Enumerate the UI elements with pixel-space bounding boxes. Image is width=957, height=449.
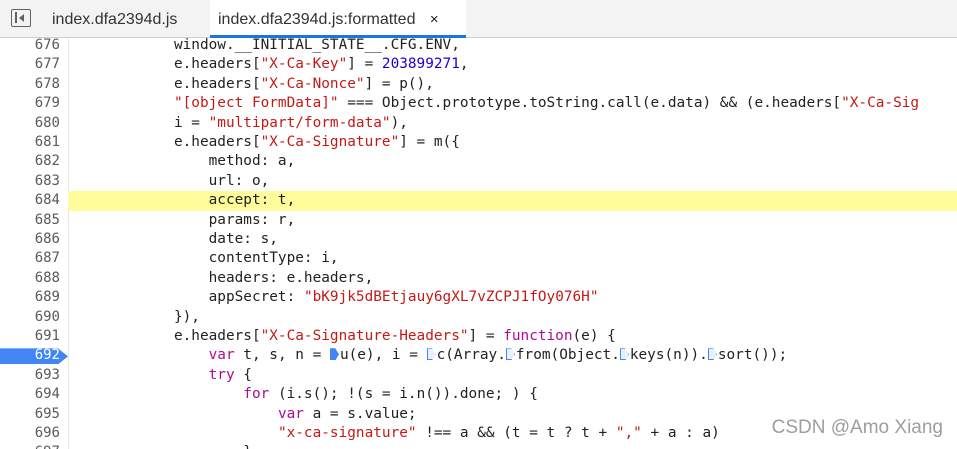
code-line[interactable]: 689 appSecret: "bK9jk5dBEtjauy6gXL7vZCPJ… bbox=[0, 288, 957, 307]
inline-breakpoint-marker[interactable] bbox=[426, 348, 436, 361]
code-line[interactable]: 680 i = "multipart/form-data"), bbox=[0, 114, 957, 133]
code-line[interactable]: 693 try { bbox=[0, 366, 957, 385]
line-number[interactable]: 693 bbox=[0, 366, 60, 385]
code-editor[interactable]: 676 window.__INITIAL_STATE__.CFG.ENV, 677… bbox=[0, 38, 957, 449]
line-number[interactable]: 678 bbox=[0, 75, 60, 94]
code-text: headers: e.headers, bbox=[70, 269, 374, 286]
line-number[interactable]: 695 bbox=[0, 405, 60, 424]
line-number[interactable]: 691 bbox=[0, 327, 60, 346]
code-text: "x-ca-signature" !== a && (t = t ? t + "… bbox=[277, 425, 720, 441]
inline-breakpoint-marker[interactable] bbox=[619, 348, 629, 361]
code-text: params: r, bbox=[70, 211, 296, 228]
code-text: "[object FormData]" === Object.prototype… bbox=[173, 95, 920, 112]
code-text: accept: t, bbox=[70, 192, 296, 209]
line-number[interactable]: 685 bbox=[0, 211, 60, 230]
watermark: CSDN @Amo Xiang bbox=[771, 417, 943, 438]
code-line[interactable]: 687 contentType: i, bbox=[0, 249, 957, 268]
line-number[interactable]: 683 bbox=[0, 172, 60, 191]
toggle-navigator-icon[interactable] bbox=[11, 9, 31, 27]
line-number[interactable]: 690 bbox=[0, 308, 60, 327]
code-line[interactable]: 684 accept: t, bbox=[0, 191, 957, 211]
code-text: var t, s, n = u(e), i = c(Array. from(Obj… bbox=[208, 347, 788, 364]
inline-breakpoint-marker[interactable] bbox=[505, 348, 515, 361]
code-line[interactable]: 697 } bbox=[0, 443, 957, 449]
line-number[interactable]: 696 bbox=[0, 424, 60, 443]
code-line[interactable]: 678 e.headers["X-Ca-Nonce"] = p(), bbox=[0, 75, 957, 94]
line-number[interactable]: 680 bbox=[0, 114, 60, 133]
code-line[interactable]: 676 window.__INITIAL_STATE__.CFG.ENV, bbox=[0, 38, 957, 55]
code-text: for (i.s(); !(s = i.n()).done; ) { bbox=[243, 386, 538, 403]
code-line[interactable]: 688 headers: e.headers, bbox=[0, 269, 957, 288]
line-number[interactable]: 692 bbox=[0, 346, 60, 365]
tab-formatted-file[interactable]: index.dfa2394d.js:formatted × bbox=[210, 0, 466, 38]
close-icon[interactable]: × bbox=[430, 11, 439, 28]
code-text: try { bbox=[208, 366, 252, 383]
code-text: e.headers["X-Ca-Nonce"] = p(), bbox=[70, 75, 434, 92]
line-number[interactable]: 684 bbox=[0, 191, 60, 210]
code-text: appSecret: "bK9jk5dBEtjauy6gXL7vZCPJ1fOy… bbox=[70, 289, 599, 306]
line-number[interactable]: 686 bbox=[0, 230, 60, 249]
code-line[interactable]: 677 e.headers["X-Ca-Key"] = 203899271, bbox=[0, 55, 957, 74]
code-text: contentType: i, bbox=[70, 250, 339, 267]
tab-label: index.dfa2394d.js:formatted bbox=[218, 11, 416, 28]
code-line[interactable]: 683 url: o, bbox=[0, 172, 957, 191]
line-number[interactable]: 694 bbox=[0, 385, 60, 404]
code-line[interactable]: 691 e.headers["X-Ca-Signature-Headers"] … bbox=[0, 327, 957, 346]
line-number[interactable]: 689 bbox=[0, 288, 60, 307]
line-number[interactable]: 679 bbox=[0, 94, 60, 113]
code-line[interactable]: 681 e.headers["X-Ca-Signature"] = m({ bbox=[0, 133, 957, 152]
code-line[interactable]: 686 date: s, bbox=[0, 230, 957, 249]
code-line[interactable]: 690 }), bbox=[0, 308, 957, 327]
code-line[interactable]: 692 var t, s, n = u(e), i = c(Array. from… bbox=[0, 346, 957, 365]
code-line[interactable]: 679 "[object FormData]" === Object.proto… bbox=[0, 94, 957, 113]
code-line[interactable]: 694 for (i.s(); !(s = i.n()).done; ) { bbox=[0, 385, 957, 404]
code-text: }), bbox=[70, 308, 200, 325]
code-text: i = "multipart/form-data"), bbox=[70, 114, 408, 131]
tab-label: index.dfa2394d.js bbox=[52, 11, 178, 28]
code-line[interactable]: 685 params: r, bbox=[0, 211, 957, 230]
code-text: e.headers["X-Ca-Signature"] = m({ bbox=[70, 134, 460, 150]
tab-source-file[interactable]: index.dfa2394d.js bbox=[44, 0, 206, 37]
line-number[interactable]: 697 bbox=[0, 443, 60, 449]
inline-breakpoint-marker[interactable] bbox=[329, 348, 339, 361]
inline-breakpoint-marker[interactable] bbox=[707, 348, 717, 361]
line-number[interactable]: 682 bbox=[0, 152, 60, 171]
code-line[interactable]: 682 method: a, bbox=[0, 152, 957, 171]
line-number[interactable]: 676 bbox=[0, 38, 60, 55]
code-text: e.headers["X-Ca-Key"] = 203899271, bbox=[70, 56, 469, 73]
code-text: url: o, bbox=[70, 172, 270, 189]
editor-tab-bar: index.dfa2394d.js index.dfa2394d.js:form… bbox=[0, 0, 957, 38]
code-text: } bbox=[70, 443, 252, 449]
line-number[interactable]: 688 bbox=[0, 269, 60, 288]
code-text: var a = s.value; bbox=[277, 405, 417, 422]
code-text: e.headers["X-Ca-Signature-Headers"] = fu… bbox=[70, 328, 616, 344]
line-number[interactable]: 677 bbox=[0, 55, 60, 74]
code-text: window.__INITIAL_STATE__.CFG.ENV, bbox=[70, 38, 460, 53]
line-number[interactable]: 687 bbox=[0, 249, 60, 268]
code-text: date: s, bbox=[70, 231, 278, 247]
line-number[interactable]: 681 bbox=[0, 133, 60, 152]
code-text: method: a, bbox=[70, 153, 296, 170]
